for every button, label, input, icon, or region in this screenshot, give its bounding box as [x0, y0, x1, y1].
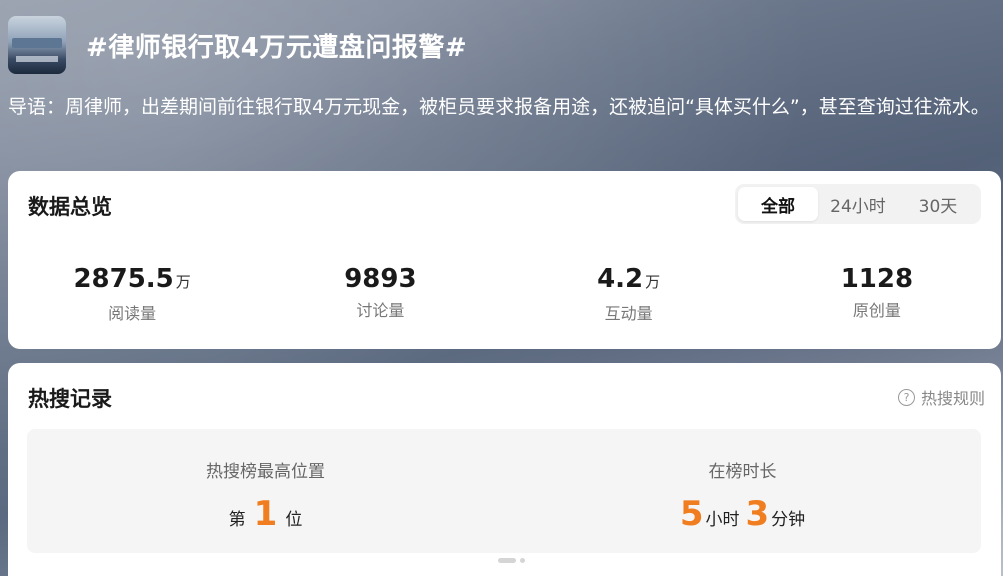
minutes-number: 3 [745, 494, 770, 534]
stat-reads: 2875.5 万 阅读量 [8, 263, 256, 324]
stat-number: 4.2 [597, 264, 644, 294]
topic-title: #律师银行取4万元遭盘问报警# [86, 32, 468, 63]
hot-search-card: 热搜记录 ? 热搜规则 热搜榜最高位置 第 1 位 在榜时长 5 小时 3 分钟 [8, 363, 1001, 576]
best-rank-value: 第 1 位 [27, 496, 504, 532]
hot-search-title: 热搜记录 [28, 387, 112, 411]
page-dot [520, 558, 525, 563]
stat-number: 2875.5 [73, 264, 174, 294]
hours-number: 5 [679, 494, 704, 534]
question-circle-icon: ? [897, 388, 915, 406]
topic-lead: 导语：周律师，出差期间前往银行取4万元现金，被柜员要求报备用途，还被追问“具体买… [8, 96, 990, 118]
stat-label: 阅读量 [108, 304, 157, 323]
rank-prefix: 第 [228, 510, 246, 530]
stat-number: 1128 [840, 264, 914, 294]
stat-unit: 万 [645, 273, 661, 291]
stat-unit: 万 [175, 273, 191, 291]
time-on-list-label: 在榜时长 [708, 462, 777, 482]
data-overview-card: 数据总览 全部 24小时 30天 2875.5 万 阅读量 9893 讨论量 4.… [8, 171, 1001, 349]
tab-24h[interactable]: 24小时 [818, 187, 898, 221]
topic-header: #律师银行取4万元遭盘问报警# [8, 16, 467, 74]
stat-value: 1128 [753, 263, 1001, 295]
page-dot-active [498, 558, 516, 563]
best-rank-label: 热搜榜最高位置 [206, 462, 325, 482]
stat-originals: 1128 原创量 [753, 263, 1001, 324]
thumbnail-sign [12, 38, 62, 48]
stat-value: 4.2 万 [505, 263, 753, 298]
stat-discussions: 9893 讨论量 [256, 263, 504, 324]
page-indicator [498, 558, 525, 563]
best-rank: 热搜榜最高位置 第 1 位 [27, 429, 504, 553]
rules-label: 热搜规则 [920, 389, 985, 408]
time-on-list-value: 5 小时 3 分钟 [504, 496, 981, 532]
hours-unit: 小时 [705, 510, 740, 530]
rank-number: 1 [253, 494, 278, 534]
rank-suffix: 位 [285, 510, 303, 530]
stat-interactions: 4.2 万 互动量 [505, 263, 753, 324]
stat-number: 9893 [344, 264, 417, 294]
topic-thumbnail[interactable] [8, 16, 66, 74]
stat-label: 讨论量 [356, 301, 405, 320]
hot-search-stats: 热搜榜最高位置 第 1 位 在榜时长 5 小时 3 分钟 [27, 429, 981, 553]
time-range-tabs: 全部 24小时 30天 [735, 184, 981, 224]
thumbnail-counter [16, 56, 58, 62]
stat-label: 原创量 [852, 301, 901, 320]
hot-search-rules-link[interactable]: ? 热搜规则 [897, 385, 985, 409]
minutes-unit: 分钟 [771, 510, 806, 530]
overview-title: 数据总览 [28, 195, 112, 219]
tab-30d[interactable]: 30天 [898, 187, 978, 221]
stat-value: 2875.5 万 [8, 263, 256, 298]
tab-all[interactable]: 全部 [738, 187, 818, 221]
stat-label: 互动量 [604, 304, 653, 323]
time-on-list: 在榜时长 5 小时 3 分钟 [504, 429, 981, 553]
stat-value: 9893 [256, 263, 504, 295]
stats-row: 2875.5 万 阅读量 9893 讨论量 4.2 万 互动量 1128 原创量 [8, 263, 1001, 324]
